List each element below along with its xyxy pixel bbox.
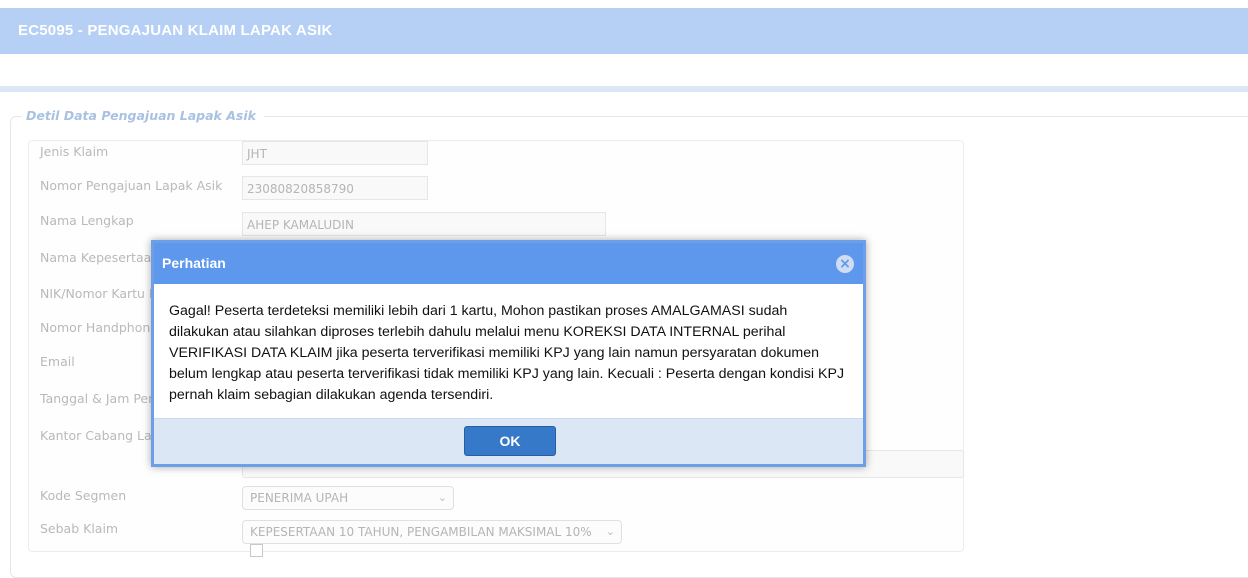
nomor-pengajuan-field[interactable]: 23080820858790 (242, 176, 428, 200)
email-label: Email (40, 354, 75, 369)
header-divider (0, 86, 1248, 92)
dialog-title: Perhatian (162, 255, 226, 271)
jenis-klaim-label: Jenis Klaim (40, 144, 109, 159)
chevron-down-icon: ⌄ (437, 491, 447, 504)
sebab-klaim-label: Sebab Klaim (40, 521, 119, 536)
nomor-pengajuan-label: Nomor Pengajuan Lapak Asik (40, 178, 223, 193)
jenis-klaim-field[interactable]: JHT (242, 141, 428, 165)
nama-lengkap-field[interactable]: AHEP KAMALUDIN (242, 212, 606, 236)
sebab-klaim-value: KEPESERTAAN 10 TAHUN, PENGAMBILAN MAKSIM… (250, 525, 592, 539)
dialog-header: Perhatian × (154, 243, 863, 284)
nama-lengkap-label: Nama Lengkap (40, 213, 134, 228)
page-header: EC5095 - PENGAJUAN KLAIM LAPAK ASIK (0, 8, 1248, 54)
ok-button[interactable]: OK (464, 426, 556, 456)
page-title: EC5095 - PENGAJUAN KLAIM LAPAK ASIK (18, 22, 333, 39)
section-legend: Detil Data Pengajuan Lapak Asik (22, 108, 264, 123)
sebab-klaim-select[interactable]: KEPESERTAAN 10 TAHUN, PENGAMBILAN MAKSIM… (242, 520, 622, 544)
alert-dialog: Perhatian × Gagal! Peserta terdeteksi me… (151, 240, 866, 467)
kode-segmen-label: Kode Segmen (40, 488, 127, 503)
checkbox[interactable] (250, 544, 263, 557)
handphone-label: Nomor Handphone (40, 320, 158, 335)
close-icon[interactable]: × (836, 255, 854, 273)
dialog-message: Gagal! Peserta terdeteksi memiliki lebih… (169, 303, 845, 403)
kode-segmen-value: PENERIMA UPAH (250, 491, 349, 505)
chevron-down-icon: ⌄ (605, 525, 615, 538)
kode-segmen-select[interactable]: PENERIMA UPAH ⌄ (242, 486, 454, 510)
dialog-footer: OK (154, 418, 863, 464)
